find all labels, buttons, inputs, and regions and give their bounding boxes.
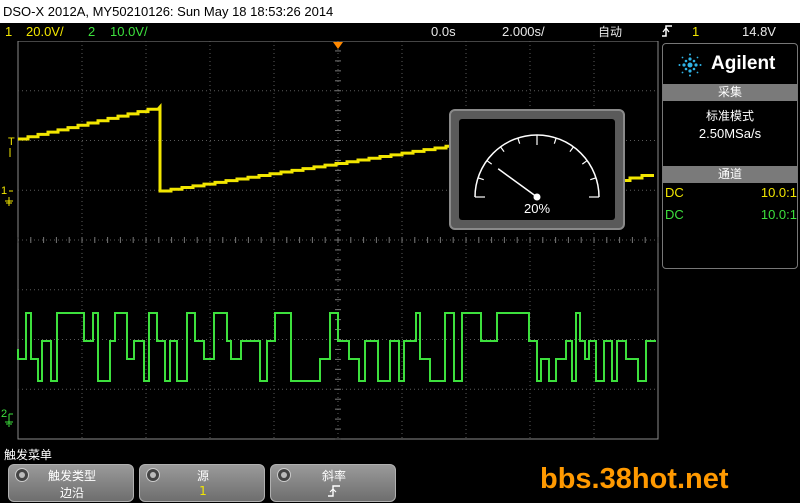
- trigger-type-value: 边沿: [59, 486, 84, 500]
- meter-dial: [474, 134, 600, 198]
- slope-value: [271, 484, 397, 501]
- source-softkey[interactable]: 源 1: [139, 464, 265, 502]
- trigger-level-marker[interactable]: T: [8, 136, 15, 157]
- trigger-level-label: T: [8, 136, 15, 148]
- trigger-type-softkey[interactable]: 触发类型 边沿: [8, 464, 134, 502]
- waveform-display[interactable]: T 1 2 20%: [0, 41, 660, 443]
- slope-label: 斜率: [321, 469, 346, 483]
- watermark: bbs.38hot.net: [540, 463, 729, 495]
- softkey-bar: 触发菜单 触发类型 边沿 源 1 斜率 bbs.38hot.net: [0, 443, 800, 503]
- source-value: 1: [199, 484, 207, 498]
- ch2-waveform: [17, 312, 656, 382]
- ch1-ground-label: 1: [1, 185, 7, 197]
- meter-needle: [497, 168, 538, 198]
- side-panel: Agilent 采集 标准模式 2.50MSa/s 通道 DC 10.0:1 D…: [660, 41, 800, 443]
- spark-icon: [678, 53, 702, 77]
- acquire-header: 采集: [663, 84, 797, 101]
- channel-1-probe: 10.0:1: [760, 185, 797, 200]
- window-title: DSO-X 2012A, MY50210126: Sun May 18 18:5…: [0, 0, 800, 23]
- ch2-scale[interactable]: 10.0V/: [110, 23, 148, 41]
- source-label: 源: [196, 469, 209, 483]
- trigger-level-meter: 20%: [449, 109, 625, 230]
- agilent-logo: Agilent: [663, 44, 797, 84]
- channels-header: 通道: [663, 166, 797, 183]
- ch1-number[interactable]: 1: [5, 23, 12, 41]
- sample-rate: 2.50MSa/s: [698, 126, 762, 141]
- ch2-ground-label: 2: [1, 408, 7, 420]
- time-scale[interactable]: 2.000s/: [502, 23, 545, 41]
- slope-softkey[interactable]: 斜率: [270, 464, 396, 502]
- ch2-ground-marker[interactable]: 2: [1, 408, 13, 427]
- trigger-position-marker[interactable]: [333, 42, 343, 49]
- trigger-source[interactable]: 1: [692, 23, 699, 41]
- channel-2-coupling: DC: [665, 207, 684, 222]
- meter-value: 20%: [523, 201, 551, 216]
- time-delay[interactable]: 0.0s: [431, 23, 456, 41]
- ch1-scale[interactable]: 20.0V/: [26, 23, 64, 41]
- trigger-type-label: 触发类型: [47, 469, 96, 483]
- ch1-ground-marker[interactable]: 1: [1, 185, 13, 206]
- brand-name: Agilent: [711, 53, 776, 74]
- rising-edge-icon: [328, 485, 340, 497]
- acquire-mode[interactable]: 标准模式: [663, 107, 797, 124]
- trigger-mode[interactable]: 自动: [598, 23, 622, 41]
- graticule: [17, 41, 659, 440]
- trigger-level[interactable]: 14.8V: [742, 23, 776, 41]
- ch2-number[interactable]: 2: [88, 23, 95, 41]
- menu-title: 触发菜单: [4, 448, 53, 462]
- channel-2-probe: 10.0:1: [760, 207, 797, 222]
- channel-1-coupling: DC: [665, 185, 684, 200]
- status-bar: 1 20.0V/ 2 10.0V/ 0.0s 2.000s/ 自动 1 14.8…: [0, 23, 800, 41]
